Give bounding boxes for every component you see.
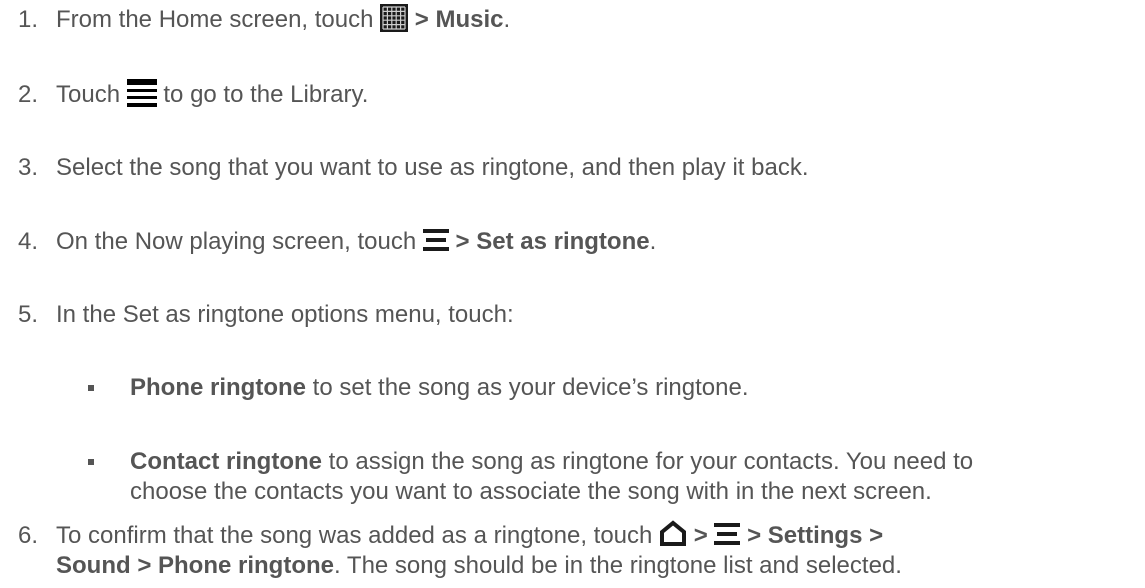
step-bold: > — [687, 522, 715, 549]
step-text: On the Now playing screen, touch — [56, 228, 423, 255]
step-bold: > Set as ringtone — [448, 228, 650, 255]
step-bold-2: > Settings > — [740, 522, 884, 549]
step-number: 1. — [18, 6, 39, 33]
bullet-icon — [88, 385, 94, 391]
step-text: In the Set as ringtone options menu, tou… — [56, 301, 514, 328]
step-text: Touch — [56, 81, 127, 108]
step-bold-3: Sound > Phone ringtone — [56, 552, 334, 579]
step-4: 4. On the Now playing screen, touch > Set… — [18, 228, 656, 256]
library-menu-icon — [126, 78, 157, 107]
step-text-end: . — [649, 228, 657, 255]
step-text: Select the song that you want to use as … — [56, 154, 809, 181]
step-5: 5. In the Set as ringtone options menu, t… — [18, 301, 514, 329]
step-text-end: . The song should be in the ringtone lis… — [334, 552, 902, 579]
step-2: 2. Touch to go to the Library. — [18, 78, 369, 110]
step-number: 5. — [18, 301, 39, 328]
step-number: 6. — [18, 522, 39, 549]
bullet-icon — [88, 459, 94, 465]
step-text-end: to go to the Library. — [156, 81, 369, 108]
home-icon — [659, 520, 687, 546]
menu-icon — [714, 522, 741, 545]
bullet-text: to assign the song as ringtone for your … — [322, 448, 974, 475]
step-number: 3. — [18, 154, 39, 181]
menu-icon — [422, 228, 449, 251]
step-3: 3. Select the song that you want to use a… — [18, 154, 808, 182]
step-bold: > Music — [408, 6, 504, 33]
step-6: 6. To confirm that the song was added as … — [18, 520, 884, 550]
bullet-bold: Contact ringtone — [130, 448, 322, 475]
step-1: 1. From the Home screen, touch > Music. — [18, 3, 511, 35]
step-text: To confirm that the song was added as a … — [56, 522, 660, 549]
bullet-bold: Phone ringtone — [130, 374, 306, 401]
step-text: From the Home screen, touch — [56, 6, 381, 33]
step-number: 2. — [18, 81, 39, 108]
bullet-text: to set the song as your device’s rington… — [306, 374, 749, 401]
step-6-continuation: Sound > Phone ringtone. The song should … — [56, 552, 902, 580]
step-text-end: . — [503, 6, 511, 33]
step-number: 4. — [18, 228, 39, 255]
bullet-text-line2: choose the contacts you want to associat… — [130, 478, 932, 505]
apps-grid-icon — [380, 3, 409, 32]
